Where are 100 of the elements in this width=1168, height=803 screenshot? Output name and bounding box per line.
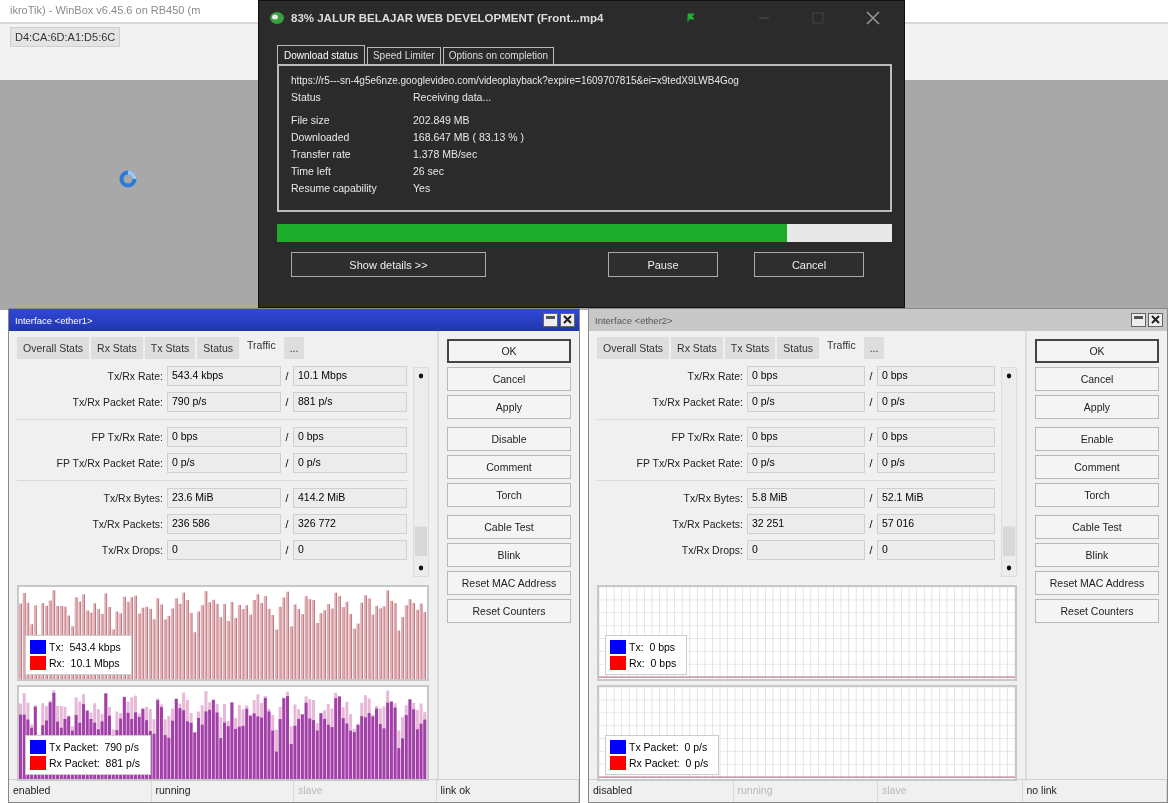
- info-value: 1.378 MB/sec: [413, 147, 479, 162]
- value-field: 0: [877, 540, 995, 560]
- info-label: Time left: [291, 164, 332, 179]
- dialog-button[interactable]: Blink: [447, 543, 571, 567]
- separator-text: /: [868, 431, 874, 443]
- separator-text: /: [868, 518, 874, 530]
- field-label: FP Tx/Rx Rate:: [90, 431, 164, 443]
- field-label: Tx/Rx Packet Rate:: [71, 396, 164, 408]
- value-field: 0: [747, 540, 865, 560]
- field-label: Tx/Rx Bytes:: [102, 492, 164, 504]
- value-field: 57 016: [877, 514, 995, 534]
- legend-label: Rx: 10.1 Mbps: [49, 657, 120, 669]
- dialog-button[interactable]: Comment: [447, 455, 571, 479]
- tab[interactable]: Download status: [277, 45, 365, 64]
- window-controls-icon[interactable]: [543, 313, 575, 327]
- dialog-button[interactable]: Cable Test: [1035, 515, 1159, 539]
- dialog-button[interactable]: Cancel: [754, 252, 864, 277]
- dialog-button[interactable]: Apply: [447, 395, 571, 419]
- value-field: 0 bps: [747, 427, 865, 447]
- scrollbar[interactable]: [1001, 367, 1017, 577]
- dialog-button[interactable]: Comment: [1035, 455, 1159, 479]
- field-label: Tx/Rx Packets:: [91, 518, 164, 530]
- tab[interactable]: Options on completion: [442, 47, 555, 64]
- value-field: 881 p/s: [293, 392, 407, 412]
- tab[interactable]: Rx Stats: [91, 337, 143, 359]
- value-field: 0 p/s: [747, 453, 865, 473]
- separator-text: /: [284, 370, 290, 382]
- tab[interactable]: ...: [863, 337, 885, 359]
- dialog-title: 83% JALUR BELAJAR WEB DEVELOPMENT (Front...mp4: [291, 12, 604, 24]
- window-controls-icon[interactable]: [1131, 313, 1163, 327]
- value-field: 414.2 MiB: [293, 488, 407, 508]
- tab[interactable]: Rx Stats: [671, 337, 723, 359]
- tab[interactable]: Status: [197, 337, 240, 359]
- legend-label: Tx Packet: 790 p/s: [49, 741, 139, 753]
- value-field: 32 251: [747, 514, 865, 534]
- tab[interactable]: Status: [777, 337, 820, 359]
- value-field: 0 p/s: [293, 453, 407, 473]
- value-field: 0 p/s: [877, 453, 995, 473]
- dialog-button[interactable]: Show details >>: [291, 252, 486, 277]
- value-field: 23.6 MiB: [167, 488, 281, 508]
- value-field: 5.8 MiB: [747, 488, 865, 508]
- dialog-button[interactable]: Cancel: [1035, 367, 1159, 391]
- value-field: 0: [167, 540, 281, 560]
- close-icon[interactable]: [866, 11, 880, 25]
- value-field: 0: [293, 540, 407, 560]
- legend-label: Tx: 0 bps: [629, 641, 676, 653]
- legend-label: Rx: 0 bps: [629, 657, 677, 669]
- dialog-button[interactable]: Disable: [447, 427, 571, 451]
- field-label: Tx/Rx Packet Rate:: [651, 396, 744, 408]
- mac-address-field: D4:CA:6D:A1:D5:6C: [10, 27, 121, 47]
- field-label: Tx/Rx Drops:: [680, 544, 744, 556]
- dialog-button[interactable]: OK: [447, 339, 571, 363]
- separator-text: /: [868, 457, 874, 469]
- dialog-button[interactable]: Enable: [1035, 427, 1159, 451]
- dialog-button[interactable]: Reset MAC Address: [447, 571, 571, 595]
- value-field: 790 p/s: [167, 392, 281, 412]
- dialog-button[interactable]: Reset Counters: [1035, 599, 1159, 623]
- tab[interactable]: Overall Stats: [17, 337, 90, 359]
- dialog-button[interactable]: Cable Test: [447, 515, 571, 539]
- field-label: Tx/Rx Drops:: [100, 544, 164, 556]
- tab[interactable]: Speed Limiter: [366, 47, 441, 64]
- tab[interactable]: Tx Stats: [724, 337, 776, 359]
- info-value: 168.647 MB ( 83.13 % ): [413, 130, 525, 145]
- dialog-button[interactable]: Apply: [1035, 395, 1159, 419]
- window-title: Interface <ether2>: [595, 314, 673, 326]
- value-field: 326 772: [293, 514, 407, 534]
- legend-label: Rx Packet: 0 p/s: [629, 757, 709, 769]
- field-label: FP Tx/Rx Rate:: [670, 431, 744, 443]
- window-title: ikroTik) - WinBox v6.45.6 on RB450 (m: [10, 4, 201, 16]
- field-label: FP Tx/Rx Packet Rate:: [635, 457, 744, 469]
- tab[interactable]: ...: [283, 337, 305, 359]
- separator-text: /: [284, 518, 290, 530]
- info-label: File size: [291, 113, 331, 128]
- tab[interactable]: Overall Stats: [597, 337, 670, 359]
- dialog-button[interactable]: Cancel: [447, 367, 571, 391]
- dialog-button[interactable]: Blink: [1035, 543, 1159, 567]
- separator-text: /: [868, 492, 874, 504]
- value-field: 0 bps: [747, 366, 865, 386]
- url-text: https://r5---sn-4g5e6nze.googlevideo.com/videoplayback?expire=1609707815&ei=x9tedX9LWB4Gog: [291, 74, 740, 88]
- info-value: 202.849 MB: [413, 113, 471, 128]
- status-text: disabled: [589, 780, 734, 802]
- scrollbar[interactable]: [413, 367, 429, 577]
- dialog-button[interactable]: Torch: [1035, 483, 1159, 507]
- value-field: 0 bps: [167, 427, 281, 447]
- dialog-button[interactable]: Torch: [447, 483, 571, 507]
- tab[interactable]: Tx Stats: [144, 337, 196, 359]
- dialog-button[interactable]: Reset Counters: [447, 599, 571, 623]
- field-label: Tx/Rx Rate:: [106, 370, 164, 382]
- separator-text: /: [284, 492, 290, 504]
- dialog-button[interactable]: OK: [1035, 339, 1159, 363]
- field-label: FP Tx/Rx Packet Rate:: [55, 457, 164, 469]
- info-label: Resume capability: [291, 181, 378, 196]
- value-field: 0 bps: [877, 366, 995, 386]
- value-field: 0 bps: [877, 427, 995, 447]
- status-text: running: [151, 780, 294, 802]
- field-label: Tx/Rx Packets:: [671, 518, 744, 530]
- window-title: Interface <ether1>: [15, 314, 93, 326]
- status-text: no link: [1022, 780, 1167, 802]
- dialog-button[interactable]: Pause: [608, 252, 718, 277]
- dialog-button[interactable]: Reset MAC Address: [1035, 571, 1159, 595]
